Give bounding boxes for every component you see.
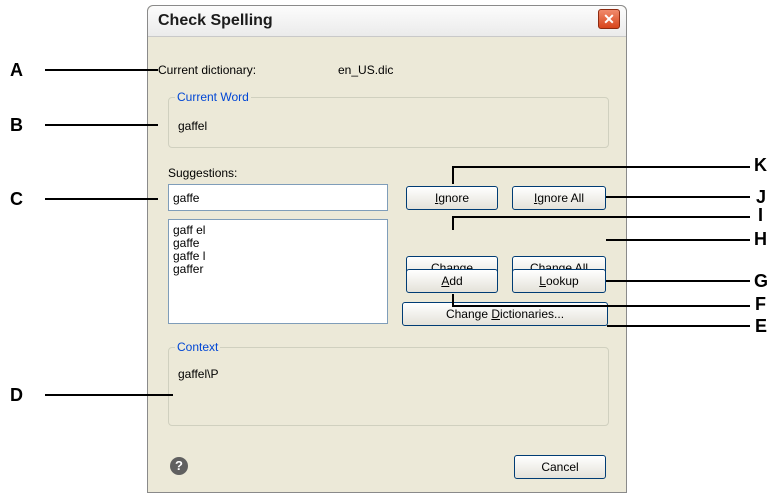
callout-f-line-h [452, 305, 750, 307]
callout-k: K [754, 155, 767, 175]
close-icon: ✕ [603, 11, 615, 27]
dialog-title: Check Spelling [158, 12, 273, 29]
suggestions-list[interactable]: gaff el gaffe gaffe l gaffer [168, 219, 388, 324]
current-word-group: Current Word [168, 90, 609, 148]
callout-f: F [755, 294, 766, 314]
callout-g: G [754, 271, 769, 291]
callout-a-line [45, 69, 158, 71]
suggestions-label: Suggestions: [168, 166, 238, 180]
callout-g-line [606, 280, 750, 282]
callout-b-line [45, 124, 158, 126]
check-spelling-dialog: Check Spelling ✕ Current dictionary: en_… [147, 5, 627, 493]
add-button[interactable]: Add [406, 269, 498, 293]
current-dictionary-label: Current dictionary: [158, 63, 257, 77]
callout-j-line [606, 196, 750, 198]
callout-e: E [755, 316, 768, 336]
current-dictionary-value: en_US.dic [338, 63, 394, 77]
callout-e-line [607, 325, 750, 327]
ignore-all-button[interactable]: Ignore All [512, 186, 606, 210]
help-icon[interactable]: ? [170, 457, 188, 475]
callout-k-line-h [452, 166, 750, 168]
callout-i: I [758, 205, 764, 225]
close-button[interactable]: ✕ [598, 9, 620, 29]
suggestion-item[interactable]: gaffer [173, 263, 205, 276]
ignore-button[interactable]: Ignore [406, 186, 498, 210]
cancel-button[interactable]: Cancel [514, 455, 606, 479]
callout-i-line-v [452, 216, 454, 230]
suggestion-input-value: gaffe [173, 191, 200, 205]
callout-a: A [10, 60, 23, 80]
callout-h: H [754, 229, 767, 249]
callout-b: B [10, 115, 23, 135]
callout-c: C [10, 189, 23, 209]
callout-h-line [606, 239, 750, 241]
callout-c-line [45, 198, 158, 200]
current-word-legend: Current Word [177, 90, 249, 104]
lookup-button[interactable]: Lookup [512, 269, 606, 293]
callout-d: D [10, 385, 23, 405]
context-group: Context [168, 340, 609, 426]
callout-d-line [45, 394, 173, 396]
current-word-value: gaffel [178, 119, 208, 133]
callout-k-line-v [452, 166, 454, 184]
suggestion-input[interactable]: gaffe [168, 184, 388, 211]
callout-i-line-h [452, 216, 750, 218]
context-legend: Context [177, 340, 219, 354]
title-bar[interactable]: Check Spelling ✕ [148, 6, 626, 37]
context-value: gaffel\P [178, 367, 219, 381]
